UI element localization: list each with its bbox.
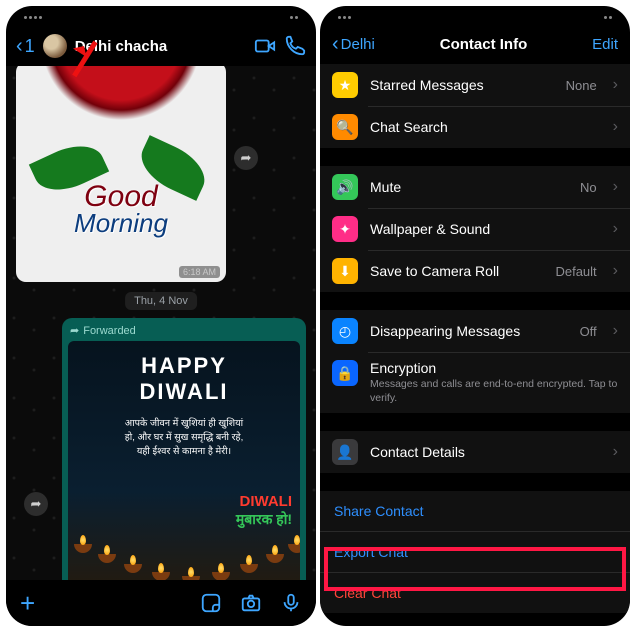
lock-icon: 🔒 xyxy=(332,360,358,386)
chat-body: Good Morning 6:18 AM ➦ Thu, 4 Nov ➦ Forw… xyxy=(6,66,316,580)
export-chat-button[interactable]: Export Chat xyxy=(320,531,630,572)
forward-icon[interactable]: ➦ xyxy=(24,492,48,516)
row-contact-details[interactable]: 👤 Contact Details › xyxy=(320,431,630,473)
speaker-icon: 🔊 xyxy=(332,174,358,200)
diya-row xyxy=(68,527,300,580)
chevron-right-icon: › xyxy=(613,443,618,461)
chevron-right-icon: › xyxy=(613,220,618,238)
forwarded-label: ➦ Forwarded xyxy=(68,324,300,341)
section-contact-details: 👤 Contact Details › xyxy=(320,431,630,473)
chat-input-bar: + xyxy=(6,580,316,626)
chevron-right-icon: › xyxy=(613,178,618,196)
status-bar xyxy=(6,6,316,28)
diwali-image: HAPPY DIWALI आपके जीवन में खुशियां ही खु… xyxy=(68,341,300,580)
back-button[interactable]: ‹ Delhi xyxy=(332,34,375,54)
sticker-icon[interactable] xyxy=(200,592,222,614)
chevron-right-icon: › xyxy=(613,118,618,136)
chat-header: ‹ 1 Delhi chacha xyxy=(6,28,316,68)
contact-info-header: ‹ Delhi Contact Info Edit xyxy=(320,28,630,64)
attach-icon[interactable]: + xyxy=(20,588,35,619)
incoming-image-message[interactable]: Good Morning 6:18 AM xyxy=(16,66,226,282)
contact-info-screen: ‹ Delhi Contact Info Edit ★ Starred Mess… xyxy=(320,6,630,626)
encryption-subtitle: Messages and calls are end-to-end encryp… xyxy=(370,378,618,405)
video-call-icon[interactable] xyxy=(254,35,276,57)
chevron-right-icon: › xyxy=(613,322,618,340)
row-starred-messages[interactable]: ★ Starred Messages None › xyxy=(320,64,630,106)
share-contact-button[interactable]: Share Contact xyxy=(320,491,630,531)
message-time: 6:18 AM xyxy=(179,266,220,278)
row-encryption[interactable]: 🔒 Encryption Messages and calls are end-… xyxy=(320,352,630,413)
date-separator: Thu, 4 Nov xyxy=(125,292,197,310)
chevron-right-icon: › xyxy=(613,262,618,280)
star-icon: ★ xyxy=(332,72,358,98)
person-icon: 👤 xyxy=(332,439,358,465)
timer-icon: ◴ xyxy=(332,318,358,344)
back-button[interactable]: ‹ 1 xyxy=(16,36,35,57)
section-settings: 🔊 Mute No › ✦ Wallpaper & Sound › ⬇ Save… xyxy=(320,166,630,292)
chevron-left-icon: ‹ xyxy=(332,34,339,54)
section-privacy: ◴ Disappearing Messages Off › 🔒 Encrypti… xyxy=(320,310,630,413)
forward-arrow-icon: ➦ xyxy=(70,324,79,337)
row-disappearing-messages[interactable]: ◴ Disappearing Messages Off › xyxy=(320,310,630,352)
good-morning-text: Good Morning xyxy=(16,180,226,239)
status-bar xyxy=(320,6,630,28)
search-icon: 🔍 xyxy=(332,114,358,140)
chevron-right-icon: › xyxy=(613,76,618,94)
diwali-mubarak: DIWALI मुबारक हो! xyxy=(236,493,292,529)
clear-chat-button[interactable]: Clear Chat xyxy=(320,572,630,613)
voice-call-icon[interactable] xyxy=(284,35,306,57)
diwali-title: HAPPY DIWALI xyxy=(68,341,300,405)
chevron-left-icon: ‹ xyxy=(16,36,23,56)
contact-name[interactable]: Delhi chacha xyxy=(75,38,168,55)
back-count: 1 xyxy=(25,36,35,57)
section-actions: Share Contact Export Chat Clear Chat xyxy=(320,491,630,613)
diwali-hindi-text: आपके जीवन में खुशियां ही खुशियां हो, और … xyxy=(68,405,300,458)
wallpaper-icon: ✦ xyxy=(332,216,358,242)
avatar[interactable] xyxy=(43,34,67,58)
chat-screen: ‹ 1 Delhi chacha Good Morning 6:18 AM ➦ xyxy=(6,6,316,626)
section-starred-search: ★ Starred Messages None › 🔍 Chat Search … xyxy=(320,64,630,148)
row-wallpaper-sound[interactable]: ✦ Wallpaper & Sound › xyxy=(320,208,630,250)
page-title: Contact Info xyxy=(375,36,592,53)
row-chat-search[interactable]: 🔍 Chat Search › xyxy=(320,106,630,148)
row-mute[interactable]: 🔊 Mute No › xyxy=(320,166,630,208)
outgoing-image-message[interactable]: ➦ Forwarded HAPPY DIWALI आपके जीवन में ख… xyxy=(62,318,306,580)
forward-icon[interactable]: ➦ xyxy=(234,146,258,170)
edit-button[interactable]: Edit xyxy=(592,36,618,53)
row-save-camera-roll[interactable]: ⬇ Save to Camera Roll Default › xyxy=(320,250,630,292)
download-icon: ⬇ xyxy=(332,258,358,284)
mic-icon[interactable] xyxy=(280,592,302,614)
camera-icon[interactable] xyxy=(240,592,262,614)
